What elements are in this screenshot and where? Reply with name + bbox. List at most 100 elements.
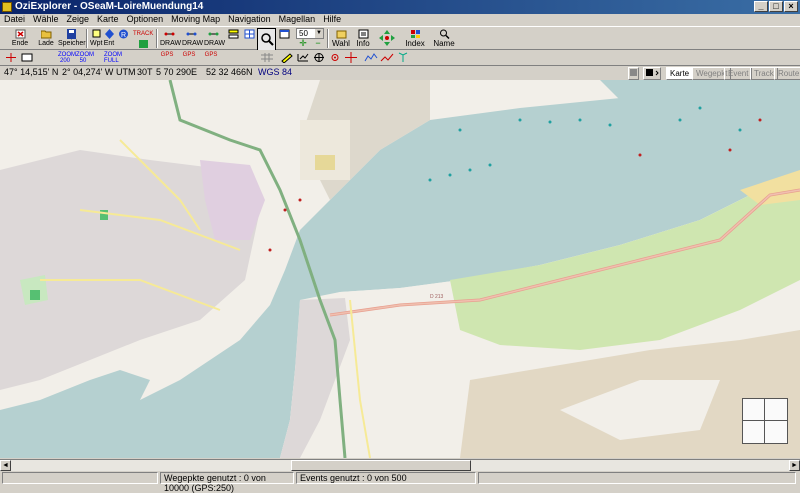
menu-magellan[interactable]: Magellan	[275, 14, 320, 25]
zoom-full-label: ZOOM FULL	[104, 52, 122, 64]
grid-tool-button[interactable]	[260, 52, 274, 63]
status-cell-extra	[478, 472, 796, 484]
easting-readout: 5 70 290E	[156, 67, 198, 77]
route-button[interactable]: R	[116, 28, 130, 49]
chevron-down-icon: ▼	[315, 29, 323, 38]
scroll-thumb[interactable]	[291, 460, 471, 471]
menu-karte[interactable]: Karte	[93, 14, 123, 25]
menu-zeige[interactable]: Zeige	[63, 14, 94, 25]
waypoint-button[interactable]: Wpt	[90, 28, 102, 49]
zoom-out-button[interactable]: −	[311, 39, 325, 48]
gps-label: GPS	[182, 52, 196, 58]
wahl-button[interactable]: Wahl	[331, 28, 351, 49]
horizontal-scrollbar[interactable]: ◄ ►	[0, 459, 800, 471]
load-button[interactable]: Lade	[36, 28, 56, 49]
draw-button-1[interactable]: DRAW	[160, 28, 181, 49]
track-label: TRACK	[133, 31, 154, 37]
edit-tool-button[interactable]	[20, 52, 34, 63]
title-bar: OziExplorer - OSeaM-LoireMuendung14 _ □ …	[0, 0, 800, 14]
tab-event[interactable]: Event	[724, 67, 753, 80]
gps-button-1[interactable]: GPS	[160, 52, 174, 63]
grid-button[interactable]	[242, 28, 256, 49]
grid-icon	[244, 29, 254, 39]
window-icon	[279, 29, 289, 39]
zoom-50-button[interactable]: ZOOM 50	[76, 52, 94, 64]
tab-karte[interactable]: Karte	[666, 67, 694, 80]
info-button[interactable]: Info	[355, 28, 371, 49]
name-search-button[interactable]: Name	[432, 28, 456, 49]
move-map-button[interactable]	[277, 28, 291, 49]
maximize-button[interactable]: □	[769, 1, 783, 12]
event-button[interactable]: Ent	[103, 28, 115, 49]
info-icon	[358, 29, 368, 39]
pan-button[interactable]	[376, 28, 398, 49]
waypoint-icon	[92, 29, 100, 38]
save-icon-button[interactable]	[643, 67, 661, 80]
menu-waehle[interactable]: Wähle	[29, 14, 63, 25]
zoom-200-button[interactable]: ZOOM 200	[58, 52, 76, 64]
wpt-label: Wpt	[90, 40, 103, 47]
zoom-full-button[interactable]: ZOOM FULL	[104, 52, 122, 64]
layers-icon	[228, 29, 238, 39]
menu-hilfe[interactable]: Hilfe	[319, 14, 345, 25]
profile-button[interactable]	[364, 52, 378, 63]
crosshair-button[interactable]	[344, 52, 358, 63]
window-title: OziExplorer - OSeaM-LoireMuendung14	[15, 1, 204, 12]
antenna-icon	[398, 52, 408, 62]
info-label: Info	[356, 39, 370, 48]
scroll-left-button[interactable]: ◄	[0, 460, 11, 471]
map-canvas[interactable]: D 213	[0, 80, 800, 458]
route-icon: R	[118, 29, 128, 39]
coordinate-bar: 47° 14,515' N 2° 04,274' W UTM 30T 5 70 …	[0, 66, 800, 80]
target-icon	[331, 54, 339, 61]
draw-button-3[interactable]: DRAW	[204, 28, 225, 49]
menu-optionen[interactable]: Optionen	[123, 14, 168, 25]
scroll-right-button[interactable]: ►	[789, 460, 800, 471]
pan-arrows-icon	[379, 30, 395, 46]
select-map-icon	[336, 30, 346, 39]
end-button[interactable]: Ende	[8, 28, 32, 49]
gps-button-3[interactable]: GPS	[204, 52, 218, 63]
folder-open-icon	[40, 30, 51, 39]
main-toolbar: Ende Lade Speicher Wpt Ent R TRACK DRAW …	[0, 26, 800, 51]
save-button[interactable]: Speicher	[58, 28, 86, 49]
northing-readout: 52 32 466N	[206, 67, 253, 77]
menu-datei[interactable]: Datei	[0, 14, 29, 25]
compass-button[interactable]	[312, 52, 326, 63]
zoom-in-icon: ✛	[299, 38, 307, 48]
crosshair-icon	[345, 52, 357, 63]
map-image: D 213	[0, 80, 800, 458]
road-label: D 213	[430, 294, 444, 300]
close-button[interactable]: ×	[784, 1, 798, 12]
waypoint-usage-status: Wegepkte genutzt : 0 von 10000 (GPS:250)	[160, 472, 294, 493]
draw-icon	[164, 32, 174, 36]
draw-button-2[interactable]: DRAW	[182, 28, 203, 49]
layers-button[interactable]	[226, 28, 240, 49]
target-button[interactable]	[328, 52, 342, 63]
zoom-tool-button[interactable]	[257, 28, 276, 51]
pen-tool-button[interactable]	[280, 52, 294, 64]
graph-icon	[380, 53, 394, 62]
gps-button-2[interactable]: GPS	[182, 52, 196, 63]
index-icon	[410, 30, 420, 38]
index-button[interactable]: Index	[404, 28, 426, 49]
ent-label: Ent	[103, 40, 115, 47]
minimize-button[interactable]: _	[754, 1, 768, 12]
zoom-in-button[interactable]: ✛	[296, 39, 310, 48]
tool-button-extra[interactable]	[396, 52, 410, 63]
map-icon	[630, 69, 637, 76]
edit-icon	[21, 53, 33, 62]
tab-route[interactable]: Route	[774, 67, 800, 80]
overview-map-button[interactable]	[742, 398, 788, 444]
toolbar-separator	[327, 29, 329, 48]
map-icon-button[interactable]	[628, 67, 639, 80]
menu-moving-map[interactable]: Moving Map	[167, 14, 224, 25]
datum-readout: WGS 84	[258, 67, 293, 77]
plus-icon	[6, 53, 16, 62]
menu-navigation[interactable]: Navigation	[224, 14, 275, 25]
track-button[interactable]: TRACK	[133, 28, 153, 49]
gps-label: GPS	[160, 52, 174, 58]
chart-tool-button[interactable]	[296, 52, 310, 63]
graph-button[interactable]	[380, 52, 394, 63]
wpt-tool-button[interactable]	[4, 52, 18, 63]
